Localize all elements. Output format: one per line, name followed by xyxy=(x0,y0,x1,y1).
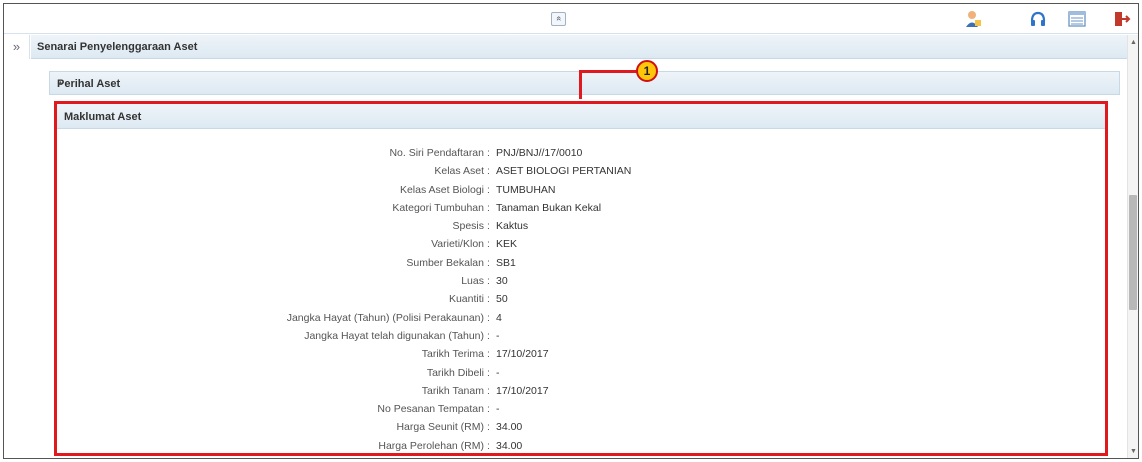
field-label: Harga Perolehan (RM) xyxy=(378,439,484,452)
field-label: Luas xyxy=(461,275,484,288)
field-separator: : xyxy=(487,421,490,434)
callout-line-horizontal xyxy=(579,70,637,73)
field-value: 50 xyxy=(496,293,508,306)
field-label: Tarikh Tanam xyxy=(421,384,484,397)
field-separator: : xyxy=(487,256,490,269)
field-label: Sumber Bekalan xyxy=(406,256,484,269)
collapse-header-button[interactable]: » xyxy=(551,12,566,26)
double-chevron-right-icon: » xyxy=(12,39,21,54)
field-row: Spesis: Kaktus xyxy=(57,217,1105,235)
callout-line-vertical xyxy=(579,70,582,99)
field-row: No Pesanan Tempatan: - xyxy=(57,400,1105,418)
field-value: KEK xyxy=(496,238,518,251)
field-row: Kelas Aset Biologi: TUMBUHAN xyxy=(57,181,1105,199)
double-chevron-up-icon: » xyxy=(552,15,563,22)
field-value: 34.00 xyxy=(496,439,523,452)
field-row: Tarikh Dibeli: - xyxy=(57,364,1105,382)
field-row: No. Siri Pendaftaran: PNJ/BNJ//17/0010 xyxy=(57,144,1105,162)
field-row: Kuantiti:50 xyxy=(57,290,1105,308)
field-label: Kategori Tumbuhan xyxy=(392,201,484,214)
field-separator: : xyxy=(487,439,490,452)
field-separator: : xyxy=(487,147,490,159)
callout-number-badge: 1 xyxy=(636,60,658,82)
field-row: Tarikh Tanam:17/10/2017 xyxy=(57,382,1105,400)
field-separator: : xyxy=(487,220,490,233)
field-value: ASET BIOLOGI PERTANIAN xyxy=(496,165,632,178)
field-value: - xyxy=(496,329,500,342)
field-separator: : xyxy=(487,238,490,251)
field-separator: : xyxy=(487,403,490,416)
field-value: 17/10/2017 xyxy=(496,384,549,397)
field-label: Kelas Aset xyxy=(434,165,484,178)
field-row: Jangka Hayat (Tahun) (Polisi Perakaunan)… xyxy=(57,309,1105,327)
field-row: Luas:30 xyxy=(57,272,1105,290)
field-separator: : xyxy=(487,183,490,196)
field-row: Harga Seunit (RM):34.00 xyxy=(57,418,1105,436)
field-row: Varieti/Klon: KEK xyxy=(57,235,1105,253)
field-value: 4 xyxy=(496,311,502,324)
app-window: » » Senarai Penyelenggaraan Aset Perihal… xyxy=(3,3,1139,459)
field-row: Harga Perolehan (RM):34.00 xyxy=(57,437,1105,453)
perihal-aset-panel-header[interactable]: Perihal Aset ▲ xyxy=(49,71,1120,95)
field-row: Kategori Tumbuhan: Tanaman Bukan Kekal xyxy=(57,199,1105,217)
user-icon[interactable] xyxy=(963,9,983,29)
field-value: 17/10/2017 xyxy=(496,348,549,361)
logout-icon[interactable] xyxy=(1112,9,1132,29)
field-row: Sumber Bekalan: SB1 xyxy=(57,254,1105,272)
field-separator: : xyxy=(487,275,490,288)
page-title: Senarai Penyelenggaraan Aset xyxy=(37,41,198,53)
maklumat-aset-panel: Maklumat Aset No. Siri Pendaftaran: PNJ/B… xyxy=(54,101,1108,456)
calendar-icon[interactable] xyxy=(1067,9,1087,29)
field-separator: : xyxy=(487,311,490,324)
field-separator: : xyxy=(487,384,490,397)
field-value: TUMBUHAN xyxy=(496,183,556,196)
field-label: Jangka Hayat telah digunakan (Tahun) xyxy=(304,329,484,342)
scroll-up-icon[interactable]: ▲ xyxy=(1130,39,1137,46)
field-value: 34.00 xyxy=(496,421,523,434)
field-label: Tarikh Terima xyxy=(421,348,484,361)
field-separator: : xyxy=(487,201,490,214)
field-value: - xyxy=(496,366,500,379)
field-row: Kelas Aset: ASET BIOLOGI PERTANIAN xyxy=(57,162,1105,180)
top-toolbar: » xyxy=(4,4,1138,34)
field-label: Jangka Hayat (Tahun) (Polisi Perakaunan) xyxy=(286,311,484,324)
field-label: Tarikh Dibeli xyxy=(426,366,484,379)
field-label: Kelas Aset Biologi xyxy=(399,183,484,196)
field-label: Kuantiti xyxy=(448,293,484,306)
field-separator: : xyxy=(487,165,490,178)
field-separator: : xyxy=(487,329,490,342)
field-separator: : xyxy=(487,366,490,379)
asset-details-list: No. Siri Pendaftaran: PNJ/BNJ//17/0010 Kel… xyxy=(57,144,1105,453)
scroll-thumb[interactable] xyxy=(1129,195,1137,310)
field-row: Jangka Hayat telah digunakan (Tahun): - xyxy=(57,327,1105,345)
field-separator: : xyxy=(487,293,490,306)
field-value: PNJ/BNJ//17/0010 xyxy=(496,147,583,159)
maklumat-aset-header: Maklumat Aset xyxy=(57,104,1105,129)
sidebar-toggle-button[interactable]: » xyxy=(4,35,30,59)
field-label: No. Siri Pendaftaran xyxy=(389,147,484,159)
field-value: SB1 xyxy=(496,256,516,269)
vertical-scrollbar[interactable]: ▲ ▼ xyxy=(1127,35,1138,458)
field-separator: : xyxy=(487,348,490,361)
field-row: Tarikh Terima:17/10/2017 xyxy=(57,345,1105,363)
scroll-down-icon[interactable]: ▼ xyxy=(1130,448,1137,455)
field-label: Spesis xyxy=(452,220,484,233)
field-value: Tanaman Bukan Kekal xyxy=(496,201,602,214)
help-icon[interactable] xyxy=(1028,9,1048,29)
field-value: Kaktus xyxy=(496,220,529,233)
field-label: No Pesanan Tempatan xyxy=(377,403,484,416)
field-value: 30 xyxy=(496,275,508,288)
field-label: Varieti/Klon xyxy=(431,238,484,251)
field-value: - xyxy=(496,403,500,416)
maklumat-aset-title: Maklumat Aset xyxy=(64,111,142,123)
collapse-panel-icon[interactable]: ▲ xyxy=(57,80,1110,87)
field-label: Harga Seunit (RM) xyxy=(396,421,484,434)
page-title-bar: Senarai Penyelenggaraan Aset xyxy=(31,35,1128,59)
